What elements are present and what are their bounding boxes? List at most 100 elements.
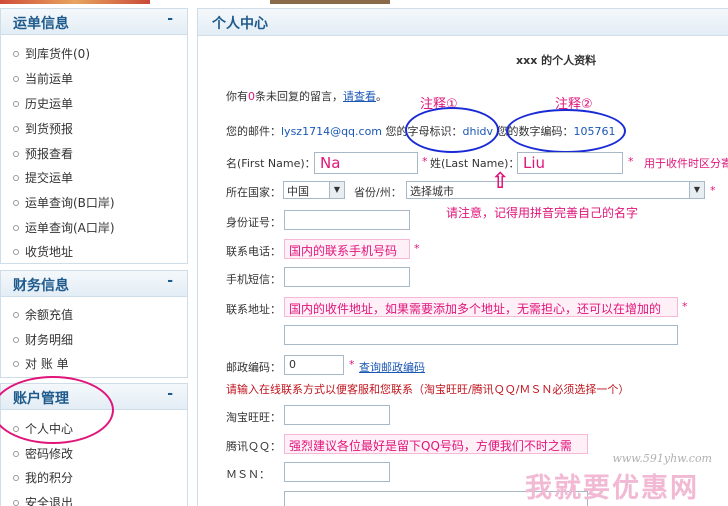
sidebar: 运单信息 - 到库货件(0) 当前运单 历史运单 到货预报 预报查看 提交运单 … — [0, 8, 188, 506]
required-mark: * — [422, 155, 428, 168]
sidebar-item-label: 财务明细 — [25, 333, 74, 347]
sidebar-item-my-points[interactable]: 我的积分 — [13, 469, 73, 486]
taobao-input[interactable] — [284, 405, 390, 425]
dropdown-arrow-icon: ▼ — [329, 182, 344, 198]
bullet-icon — [13, 500, 19, 506]
profile-heading: xxx 的个人资料 — [516, 54, 597, 67]
qq-input[interactable]: 强烈建议各位最好是留下QQ号码，方便我们不时之需 — [284, 434, 588, 454]
sidebar-item-label: 密码修改 — [25, 447, 74, 461]
arrow-up-icon: ⇧ — [491, 169, 510, 194]
sidebar-section-header[interactable]: 运单信息 - — [1, 9, 187, 35]
sidebar-item-label: 到库货件(0) — [25, 47, 90, 61]
sidebar-item-label: 运单查询(B口岸) — [25, 196, 115, 210]
sidebar-section-waybill: 运单信息 - 到库货件(0) 当前运单 历史运单 到货预报 预报查看 提交运单 … — [0, 8, 188, 264]
sidebar-section-header[interactable]: 财务信息 - — [1, 271, 187, 297]
bullet-icon — [13, 361, 19, 367]
country-label: 所在国家： — [226, 186, 281, 199]
email-label: 您的邮件： — [226, 125, 281, 138]
sidebar-item-label: 对 账 单 — [25, 357, 69, 371]
online-contact-notice: 请输入在线联系方式以便客服和您联系（淘宝旺旺/腾讯ＱＱ/ＭＳＮ必须选择一个） — [226, 383, 630, 396]
collapse-toggle-icon[interactable]: - — [167, 273, 173, 289]
top-banner-strip — [0, 0, 728, 6]
id-number-input[interactable] — [284, 210, 410, 230]
postcode-lookup-link[interactable]: 查询邮政编码 — [359, 359, 425, 375]
first-name-label: 名(First Name)： — [226, 157, 316, 170]
country-select[interactable]: 中国 ▼ — [283, 181, 345, 199]
banner-fragment-left — [0, 0, 150, 4]
sidebar-item-finance-details[interactable]: 财务明细 — [13, 331, 73, 348]
sidebar-section-title: 财务信息 — [13, 278, 69, 294]
province-label: 省份/州： — [354, 186, 402, 199]
sidebar-item-label: 我的积分 — [25, 471, 74, 485]
address-label: 联系地址： — [226, 303, 281, 316]
sidebar-item-statement[interactable]: 对 账 单 — [13, 355, 69, 372]
bullet-icon — [13, 175, 19, 181]
message-middle: 条未回复的留言， — [255, 90, 343, 103]
view-messages-link[interactable]: 请查看 — [343, 90, 376, 103]
sidebar-item-current-waybill[interactable]: 当前运单 — [13, 70, 73, 87]
sidebar-item-label: 运单查询(A口岸) — [25, 221, 115, 235]
address-input[interactable]: 国内的收件地址，如果需要添加多个地址，无需担心，还可以在增加的 — [284, 297, 678, 317]
sidebar-item-label: 到货预报 — [25, 122, 74, 136]
sidebar-item-submit-waybill[interactable]: 提交运单 — [13, 169, 73, 186]
message-suffix: 。 — [376, 90, 387, 103]
sidebar-item-label: 提交运单 — [25, 171, 74, 185]
main-panel: 个人中心 xxx 的个人资料 你有0条未回复的留言，请查看。 注释① 注释② 您… — [197, 8, 728, 506]
bullet-icon — [13, 225, 19, 231]
phone-input[interactable]: 国内的联系手机号码 — [284, 239, 410, 259]
phone-label: 联系电话： — [226, 245, 281, 258]
sidebar-item-logout[interactable]: 安全退出 — [13, 494, 73, 506]
bullet-icon — [13, 126, 19, 132]
id-number-label: 身份证号： — [226, 216, 281, 229]
sidebar-item-label: 当前运单 — [25, 72, 74, 86]
message-count: 0 — [248, 90, 255, 103]
sidebar-item-label: 历史运单 — [25, 97, 74, 111]
address-line2-input[interactable] — [284, 325, 678, 345]
required-mark: * — [710, 184, 716, 197]
qq-label: 腾讯ＱＱ： — [226, 440, 281, 453]
collapse-toggle-icon[interactable]: - — [167, 386, 173, 402]
watermark-text: 我就要优惠网 — [525, 473, 699, 504]
collapse-toggle-icon[interactable]: - — [167, 11, 173, 27]
postcode-input[interactable]: 0 — [284, 355, 344, 375]
sidebar-item-label: 安全退出 — [25, 496, 74, 506]
sidebar-item-label: 预报查看 — [25, 147, 74, 161]
watermark-url: www.591yhw.com — [612, 452, 712, 465]
sidebar-item-arrival-forecast[interactable]: 到货预报 — [13, 120, 73, 137]
required-mark: * — [414, 242, 420, 255]
last-name-input[interactable]: Liu — [517, 152, 623, 174]
bullet-icon — [13, 451, 19, 457]
annotation-ring-letter-id — [405, 107, 499, 153]
name-usage-note: 用于收件时区分寄 — [644, 157, 728, 170]
email-value: lysz1714@qq.com — [281, 125, 383, 138]
required-mark: * — [349, 358, 355, 371]
msn-label: ＭＳＮ： — [226, 468, 270, 481]
sidebar-section-title: 运单信息 — [13, 16, 69, 32]
bullet-icon — [13, 475, 19, 481]
msn-input[interactable] — [284, 462, 390, 482]
sidebar-item-waybill-query-b[interactable]: 运单查询(B口岸) — [13, 194, 115, 211]
required-mark: * — [682, 300, 688, 313]
sidebar-item-label: 收货地址 — [25, 245, 74, 259]
province-select[interactable]: 选择城市 ▼ — [406, 181, 705, 199]
sidebar-item-arrived-parcels[interactable]: 到库货件(0) — [13, 45, 90, 62]
main-panel-header: 个人中心 — [198, 9, 728, 36]
sms-input[interactable] — [284, 267, 410, 287]
sidebar-item-history-waybill[interactable]: 历史运单 — [13, 95, 73, 112]
postcode-label: 邮政编码： — [226, 361, 281, 374]
sidebar-item-forecast-view[interactable]: 预报查看 — [13, 145, 73, 162]
sidebar-item-change-password[interactable]: 密码修改 — [13, 445, 73, 462]
required-mark: * — [628, 155, 634, 168]
sidebar-item-recharge[interactable]: 余额充值 — [13, 306, 73, 323]
sidebar-item-shipping-address[interactable]: 收货地址 — [13, 243, 73, 260]
taobao-label: 淘宝旺旺： — [226, 411, 281, 424]
bullet-icon — [13, 312, 19, 318]
first-name-input[interactable]: Na — [314, 152, 418, 174]
sidebar-item-waybill-query-a[interactable]: 运单查询(A口岸) — [13, 219, 115, 236]
province-select-value: 选择城市 — [410, 185, 454, 198]
dropdown-arrow-icon: ▼ — [689, 182, 704, 198]
bullet-icon — [13, 200, 19, 206]
bullet-icon — [13, 151, 19, 157]
bullet-icon — [13, 337, 19, 343]
banner-fragment-right — [270, 0, 390, 4]
